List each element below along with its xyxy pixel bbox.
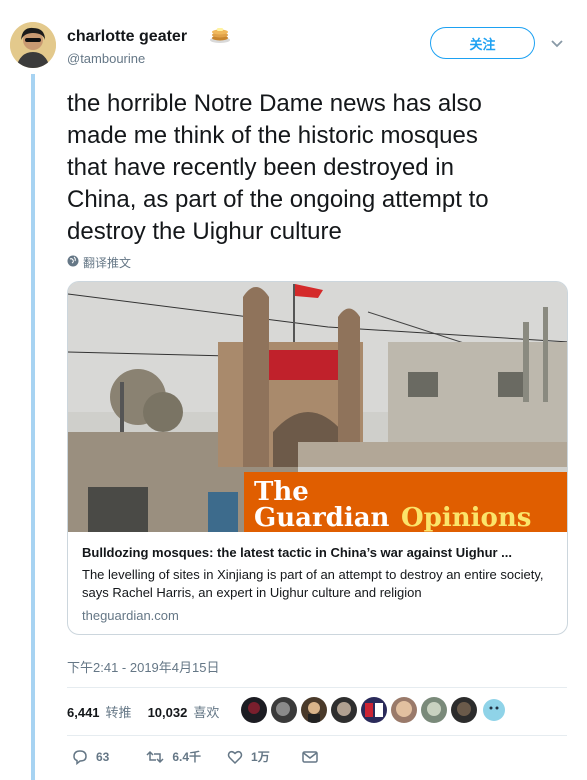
conversation-thread-line bbox=[31, 74, 35, 780]
envelope-icon bbox=[301, 750, 318, 764]
card-image: The Guardian Opinions bbox=[68, 282, 567, 532]
user-avatar[interactable] bbox=[10, 22, 56, 68]
liker-avatar[interactable] bbox=[301, 697, 327, 723]
user-handle[interactable]: @tambourine bbox=[67, 51, 145, 66]
tweet-header: charlotte geater @tambourine 关注 bbox=[10, 20, 577, 72]
retweet-button[interactable]: 6.4千 bbox=[146, 748, 201, 765]
retweet-count: 6.4千 bbox=[172, 750, 202, 764]
tweet-actions: 63 6.4千 1万 bbox=[67, 748, 318, 765]
translate-label: 翻译推文 bbox=[83, 256, 132, 270]
chevron-down-icon[interactable] bbox=[550, 36, 564, 50]
likes-label[interactable]: 喜欢 bbox=[193, 702, 219, 721]
liker-avatar[interactable] bbox=[241, 697, 267, 723]
follow-button[interactable]: 关注 bbox=[430, 27, 535, 59]
card-description: The levelling of sites in Xinjiang is pa… bbox=[82, 567, 544, 600]
tweet-timestamp[interactable]: 下午2:41 - 2019年4月15日 bbox=[67, 657, 219, 676]
like-count: 1万 bbox=[251, 750, 270, 764]
liker-avatar[interactable] bbox=[391, 697, 417, 723]
card-brand-guardian: Guardian bbox=[254, 503, 390, 532]
liker-avatar[interactable] bbox=[451, 697, 477, 723]
liker-avatars bbox=[241, 697, 507, 723]
retweets-count[interactable]: 6,441 bbox=[67, 705, 100, 720]
liker-avatar[interactable] bbox=[481, 697, 507, 723]
tweet-text: the horrible Notre Dame news has also ma… bbox=[67, 90, 489, 245]
pancakes-icon bbox=[209, 23, 231, 45]
liker-avatar[interactable] bbox=[421, 697, 447, 723]
retweets-label[interactable]: 转推 bbox=[106, 702, 132, 721]
link-card[interactable]: The Guardian Opinions Bulldozing mosques… bbox=[67, 281, 568, 635]
direct-message-button[interactable] bbox=[301, 750, 318, 764]
divider bbox=[67, 735, 567, 736]
reply-button[interactable]: 63 bbox=[72, 749, 109, 765]
card-body: Bulldozing mosques: the latest tactic in… bbox=[82, 545, 557, 623]
retweet-icon bbox=[146, 749, 164, 765]
tweet-stats: 6,441 转推 10,032 喜欢 bbox=[67, 702, 229, 721]
liker-avatar[interactable] bbox=[271, 697, 297, 723]
card-title[interactable]: Bulldozing mosques: the latest tactic in… bbox=[82, 545, 557, 560]
heart-icon bbox=[227, 749, 243, 765]
globe-icon bbox=[67, 255, 79, 270]
like-button[interactable]: 1万 bbox=[227, 748, 270, 765]
card-domain: theguardian.com bbox=[82, 608, 179, 623]
divider bbox=[67, 687, 567, 688]
display-name[interactable]: charlotte geater bbox=[67, 28, 187, 46]
reply-count: 63 bbox=[96, 749, 110, 764]
likes-count[interactable]: 10,032 bbox=[148, 705, 188, 720]
card-brand-opinions: Opinions bbox=[401, 503, 531, 532]
reply-icon bbox=[72, 749, 88, 765]
liker-avatar[interactable] bbox=[361, 697, 387, 723]
translate-tweet-link[interactable]: 翻译推文 bbox=[67, 254, 131, 271]
liker-avatar[interactable] bbox=[331, 697, 357, 723]
